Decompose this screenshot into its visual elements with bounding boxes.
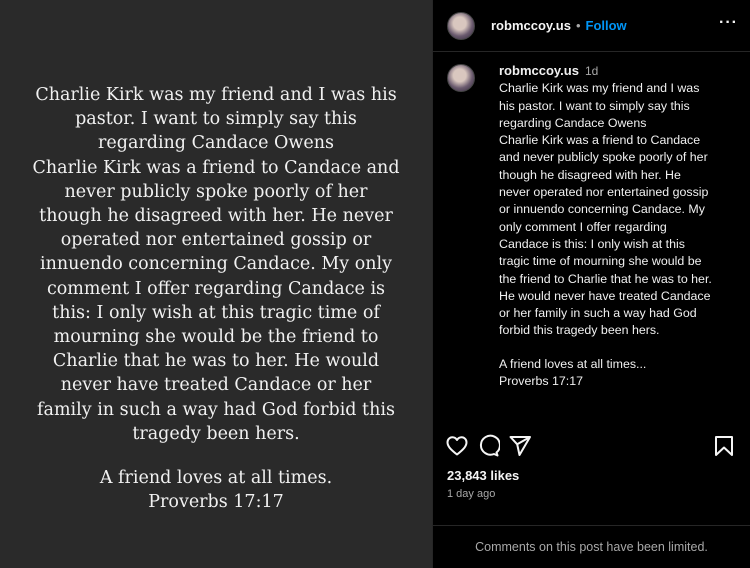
caption-body: robmccoy.us 1d Charlie Kirk was my frien… <box>499 62 712 390</box>
caption-line: forbid this tragedy been hers. <box>499 323 660 338</box>
quote-line: Charlie that he was to her. He would <box>52 351 380 372</box>
avatar[interactable] <box>447 11 475 40</box>
header-separator: • <box>575 18 581 33</box>
comments-limited-text: Comments on this post have been limited. <box>475 540 708 554</box>
comments-limited-notice: Comments on this post have been limited. <box>433 525 750 568</box>
comment-icon[interactable] <box>476 434 500 458</box>
caption-closing-line: Proverbs 17:17 <box>499 374 584 389</box>
caption-username[interactable]: robmccoy.us <box>499 62 579 79</box>
quote-line: operated nor entertained gossip or <box>60 230 372 251</box>
quote-closing-line: Proverbs 17:17 <box>148 492 284 513</box>
caption-line: He would never have treated Candace <box>499 288 711 303</box>
caption-line: or innuendo concerning Candace. My <box>499 202 705 217</box>
post-actions <box>433 426 750 466</box>
quote-line: Charlie Kirk was a friend to Candace and <box>32 157 400 178</box>
caption-time: 1d <box>584 64 599 78</box>
caption-line: Charlie Kirk was my friend and I was <box>499 81 700 96</box>
caption-line: never operated nor entertained gossip <box>499 185 709 200</box>
caption-line: Charlie Kirk was a friend to Candace <box>499 133 701 148</box>
post-caption: robmccoy.us 1d Charlie Kirk was my frien… <box>447 62 742 390</box>
caption-line: and never publicly spoke poorly of her <box>499 150 708 165</box>
caption-gap <box>499 340 712 356</box>
caption-line: tragic time of mourning she would be <box>499 254 702 269</box>
caption-avatar[interactable] <box>447 64 475 92</box>
caption-closing-line: A friend loves at all times... <box>499 356 647 371</box>
quote-line: Charlie Kirk was my friend and I was his <box>35 85 397 105</box>
share-icon[interactable] <box>508 434 532 458</box>
quote-line: comment I offer regarding Candace is <box>46 278 386 299</box>
quote-closing-line: A friend loves at all times. <box>99 468 333 489</box>
post-sidebar: robmccoy.us • Follow ··· robmccoy.us 1d … <box>433 0 750 568</box>
post-header: robmccoy.us • Follow ··· <box>433 0 750 52</box>
quote-line: regarding Candace Owens <box>98 133 334 154</box>
caption-line: the friend to Charlie that he was to her… <box>499 271 712 286</box>
heart-icon[interactable] <box>445 434 469 458</box>
caption-meta: robmccoy.us 1d <box>499 62 712 80</box>
likes-count[interactable]: 23,843 likes <box>447 468 519 483</box>
quote-line: mourning she would be the friend to <box>53 327 379 348</box>
more-options-icon[interactable]: ··· <box>719 14 738 32</box>
quote-line: this: I only wish at this tragic time of <box>52 302 380 323</box>
caption-line: or her family in such a way had God <box>499 306 697 321</box>
bookmark-icon[interactable] <box>712 434 736 458</box>
caption-line: regarding Candace Owens <box>499 115 647 130</box>
quote-line: innuendo concerning Candace. My only <box>39 254 393 275</box>
follow-button[interactable]: Follow <box>586 18 627 33</box>
quote-line: pastor. I want to simply say this <box>75 109 357 130</box>
post-image: Charlie Kirk was my friend and I was his… <box>0 0 432 568</box>
quote-line: tragedy been hers. <box>132 423 300 444</box>
quote-spacer <box>16 446 416 466</box>
header-username[interactable]: robmccoy.us <box>491 18 571 33</box>
post-timestamp[interactable]: 1 day ago <box>447 488 495 500</box>
quote-line: family in such a way had God forbid this <box>37 399 395 420</box>
quote-line: never have treated Candace or her <box>60 375 372 396</box>
quote-line: though he disagreed with her. He never <box>39 206 393 227</box>
caption-line: his pastor. I want to simply say this <box>499 98 690 113</box>
post-image-quote: Charlie Kirk was my friend and I was his… <box>16 83 416 514</box>
caption-line: Candace is this: I only wish at this <box>499 236 685 251</box>
caption-line: only comment I offer regarding <box>499 219 667 234</box>
caption-line: though he disagreed with her. He <box>499 167 681 182</box>
quote-line: never publicly spoke poorly of her <box>64 181 368 202</box>
